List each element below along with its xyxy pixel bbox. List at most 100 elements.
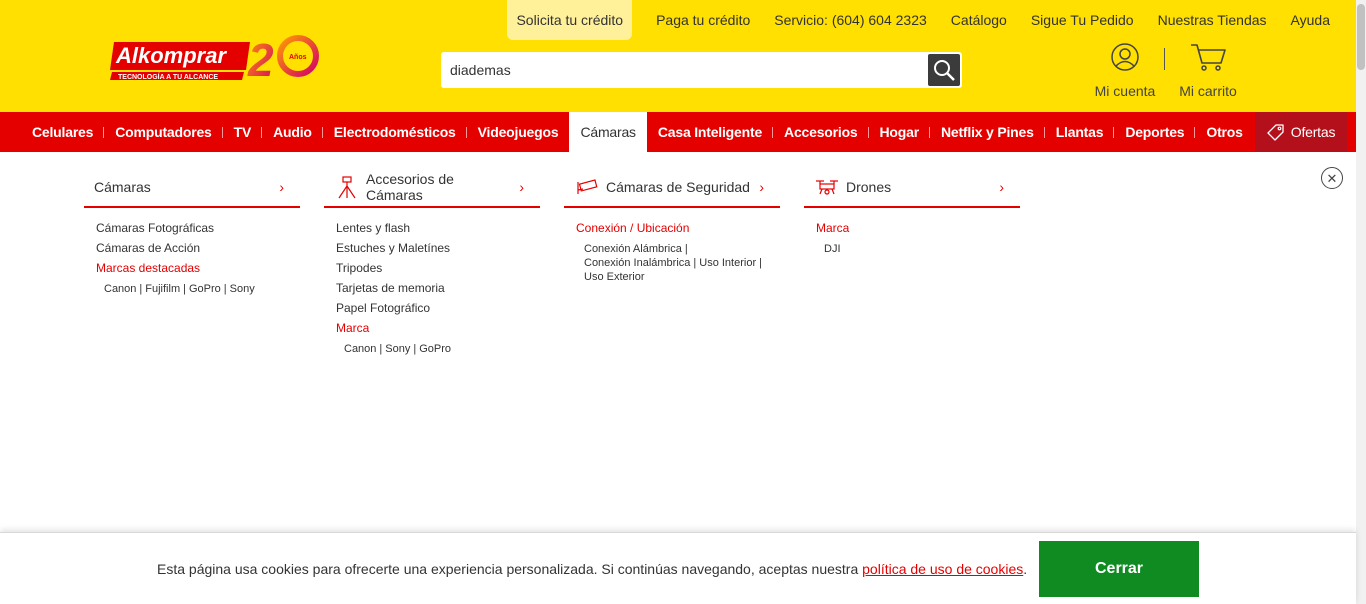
column-links: Cámaras Fotográficas Cámaras de Acción M… [84, 218, 300, 296]
svg-text:Años: Años [289, 54, 307, 61]
scrollbar[interactable] [1356, 0, 1366, 604]
header-divider [1164, 48, 1165, 70]
svg-text:2: 2 [247, 34, 274, 86]
brand-link-sony[interactable]: Sony [385, 343, 410, 355]
menu-heading-conexion-ubicacion[interactable]: Conexión / Ubicación [576, 218, 780, 238]
brand-list: Canon | Sony | GoPro [344, 343, 452, 355]
cookie-message: Esta página usa cookies para ofrecerte u… [157, 561, 1027, 577]
column-links: Marca DJI [804, 218, 1020, 256]
menu-link-estuches[interactable]: Estuches y Maletínes [336, 238, 540, 258]
cookie-close-button[interactable]: Cerrar [1039, 541, 1199, 597]
menu-link-tripodes[interactable]: Tripodes [336, 258, 540, 278]
menu-column-accesorios-camaras: Accesorios de Cámaras › Lentes y flash E… [324, 168, 540, 356]
ofertas-label: Ofertas [1290, 124, 1336, 140]
account-button[interactable]: Mi cuenta [1090, 42, 1160, 99]
brand-link-canon[interactable]: Canon [104, 283, 136, 295]
brand-link-fujifilm[interactable]: Fujifilm [145, 283, 180, 295]
column-header-accesorios-camaras[interactable]: Accesorios de Cámaras › [324, 168, 540, 208]
column-title: Cámaras [94, 179, 151, 195]
brand-link-canon[interactable]: Canon [344, 343, 376, 355]
scrollbar-thumb[interactable] [1357, 4, 1365, 70]
brand-link-gopro[interactable]: GoPro [189, 283, 221, 295]
cart-button[interactable]: Mi carrito [1175, 42, 1241, 99]
search-button[interactable] [928, 54, 960, 86]
cart-label: Mi carrito [1179, 83, 1237, 99]
main-nav: Celulares Computadores TV Audio Electrod… [0, 112, 1356, 152]
column-header-drones[interactable]: Drones › [804, 168, 1020, 208]
chevron-right-icon: › [279, 179, 284, 195]
top-link-solicita-credito[interactable]: Solicita tu crédito [507, 0, 633, 40]
nav-item-tv[interactable]: TV [223, 112, 263, 152]
nav-item-camaras[interactable]: Cámaras [569, 112, 647, 152]
menu-column-camaras-seguridad: Cámaras de Seguridad › Conexión / Ubicac… [564, 168, 780, 284]
brand-link-gopro[interactable]: GoPro [419, 343, 451, 355]
nav-item-accesorios[interactable]: Accesorios [773, 112, 870, 152]
security-camera-icon [577, 179, 598, 194]
menu-link-tarjetas-memoria[interactable]: Tarjetas de memoria [336, 278, 540, 298]
search-box [441, 52, 962, 88]
column-header-camaras-seguridad[interactable]: Cámaras de Seguridad › [564, 168, 780, 208]
filter-link-conexion-alambrica[interactable]: Conexión Alámbrica [584, 243, 682, 255]
column-title: Cámaras de Seguridad [606, 179, 750, 195]
nav-item-celulares[interactable]: Celulares [21, 112, 105, 152]
menu-heading-marca[interactable]: Marca [336, 318, 540, 338]
top-link-catalogo[interactable]: Catálogo [939, 0, 1019, 40]
brand-list: Canon | Fujifilm | GoPro | Sony [104, 283, 255, 295]
cookie-policy-link[interactable]: política de uso de cookies [862, 561, 1023, 577]
menu-heading-marcas-destacadas[interactable]: Marcas destacadas [96, 258, 300, 278]
menu-link-camaras-accion[interactable]: Cámaras de Acción [96, 238, 300, 258]
menu-link-camaras-fotograficas[interactable]: Cámaras Fotográficas [96, 218, 300, 238]
brand-list: DJI [816, 242, 1020, 256]
site-header: Alkomprar TECNOLOGÍA A TU ALCANCE 2 Años… [0, 0, 1356, 112]
connection-list: Conexión Alámbrica | Conexión Inalámbrica |… [584, 243, 762, 283]
filter-link-conexion-inalambrica[interactable]: Conexión Inalámbrica [584, 257, 690, 269]
account-label: Mi cuenta [1094, 83, 1156, 99]
column-links: Lentes y flash Estuches y Maletínes Trip… [324, 218, 540, 356]
nav-item-computadores[interactable]: Computadores [104, 112, 224, 152]
column-header-camaras[interactable]: Cámaras › [84, 168, 300, 208]
nav-item-llantas[interactable]: Llantas [1045, 112, 1115, 152]
nav-item-casa-inteligente[interactable]: Casa Inteligente [647, 112, 774, 152]
nav-item-hogar[interactable]: Hogar [869, 112, 931, 152]
chevron-right-icon: › [759, 179, 764, 195]
user-icon [1111, 43, 1139, 71]
column-links: Conexión / Ubicación Conexión Alámbrica |… [564, 218, 780, 284]
alkomprar-logo[interactable]: Alkomprar TECNOLOGÍA A TU ALCANCE 2 Años [106, 28, 322, 86]
filter-link-uso-interior[interactable]: Uso Interior [699, 257, 756, 269]
cookie-suffix: . [1023, 561, 1028, 577]
nav-item-electrodomesticos[interactable]: Electrodomésticos [323, 112, 467, 152]
top-link-tiendas[interactable]: Nuestras Tiendas [1146, 0, 1279, 40]
cookie-banner: Esta página usa cookies para ofrecerte u… [0, 532, 1356, 604]
chevron-right-icon: › [999, 179, 1004, 195]
top-link-paga-credito[interactable]: Paga tu crédito [644, 0, 762, 40]
nav-item-deportes[interactable]: Deportes [1114, 112, 1196, 152]
mega-menu: Cámaras › Cámaras Fotográficas Cámaras d… [0, 152, 1356, 532]
filter-link-uso-exterior[interactable]: Uso Exterior [584, 271, 645, 283]
cart-icon [1191, 44, 1226, 71]
brand-link-dji[interactable]: DJI [824, 243, 841, 255]
menu-link-papel-fotografico[interactable]: Papel Fotográfico [336, 298, 540, 318]
tripod-icon [338, 176, 356, 199]
top-link-sigue-pedido[interactable]: Sigue Tu Pedido [1019, 0, 1146, 40]
nav-item-otros[interactable]: Otros [1195, 112, 1253, 152]
close-icon[interactable]: ✕ [1321, 167, 1343, 189]
column-title: Accesorios de Cámaras [366, 171, 454, 203]
column-title: Drones [846, 179, 892, 195]
chevron-right-icon: › [519, 179, 524, 195]
svg-text:TECNOLOGÍA A TU ALCANCE: TECNOLOGÍA A TU ALCANCE [118, 72, 218, 81]
nav-item-netflix-pines[interactable]: Netflix y Pines [930, 112, 1045, 152]
menu-heading-marca[interactable]: Marca [816, 218, 1020, 238]
nav-item-videojuegos[interactable]: Videojuegos [467, 112, 570, 152]
nav-item-audio[interactable]: Audio [262, 112, 323, 152]
top-links: Solicita tu crédito Paga tu crédito Serv… [507, 0, 1356, 40]
brand-link-sony[interactable]: Sony [230, 283, 255, 295]
menu-column-camaras: Cámaras › Cámaras Fotográficas Cámaras d… [84, 168, 300, 296]
menu-link-lentes-flash[interactable]: Lentes y flash [336, 218, 540, 238]
svg-text:Alkomprar: Alkomprar [115, 43, 227, 68]
search-input[interactable] [441, 52, 927, 88]
nav-item-ofertas[interactable]: Ofertas [1254, 112, 1348, 152]
drone-icon [816, 180, 838, 195]
tag-icon [1267, 124, 1284, 141]
top-link-servicio[interactable]: Servicio: (604) 604 2323 [762, 0, 939, 40]
top-link-ayuda[interactable]: Ayuda [1279, 0, 1356, 40]
